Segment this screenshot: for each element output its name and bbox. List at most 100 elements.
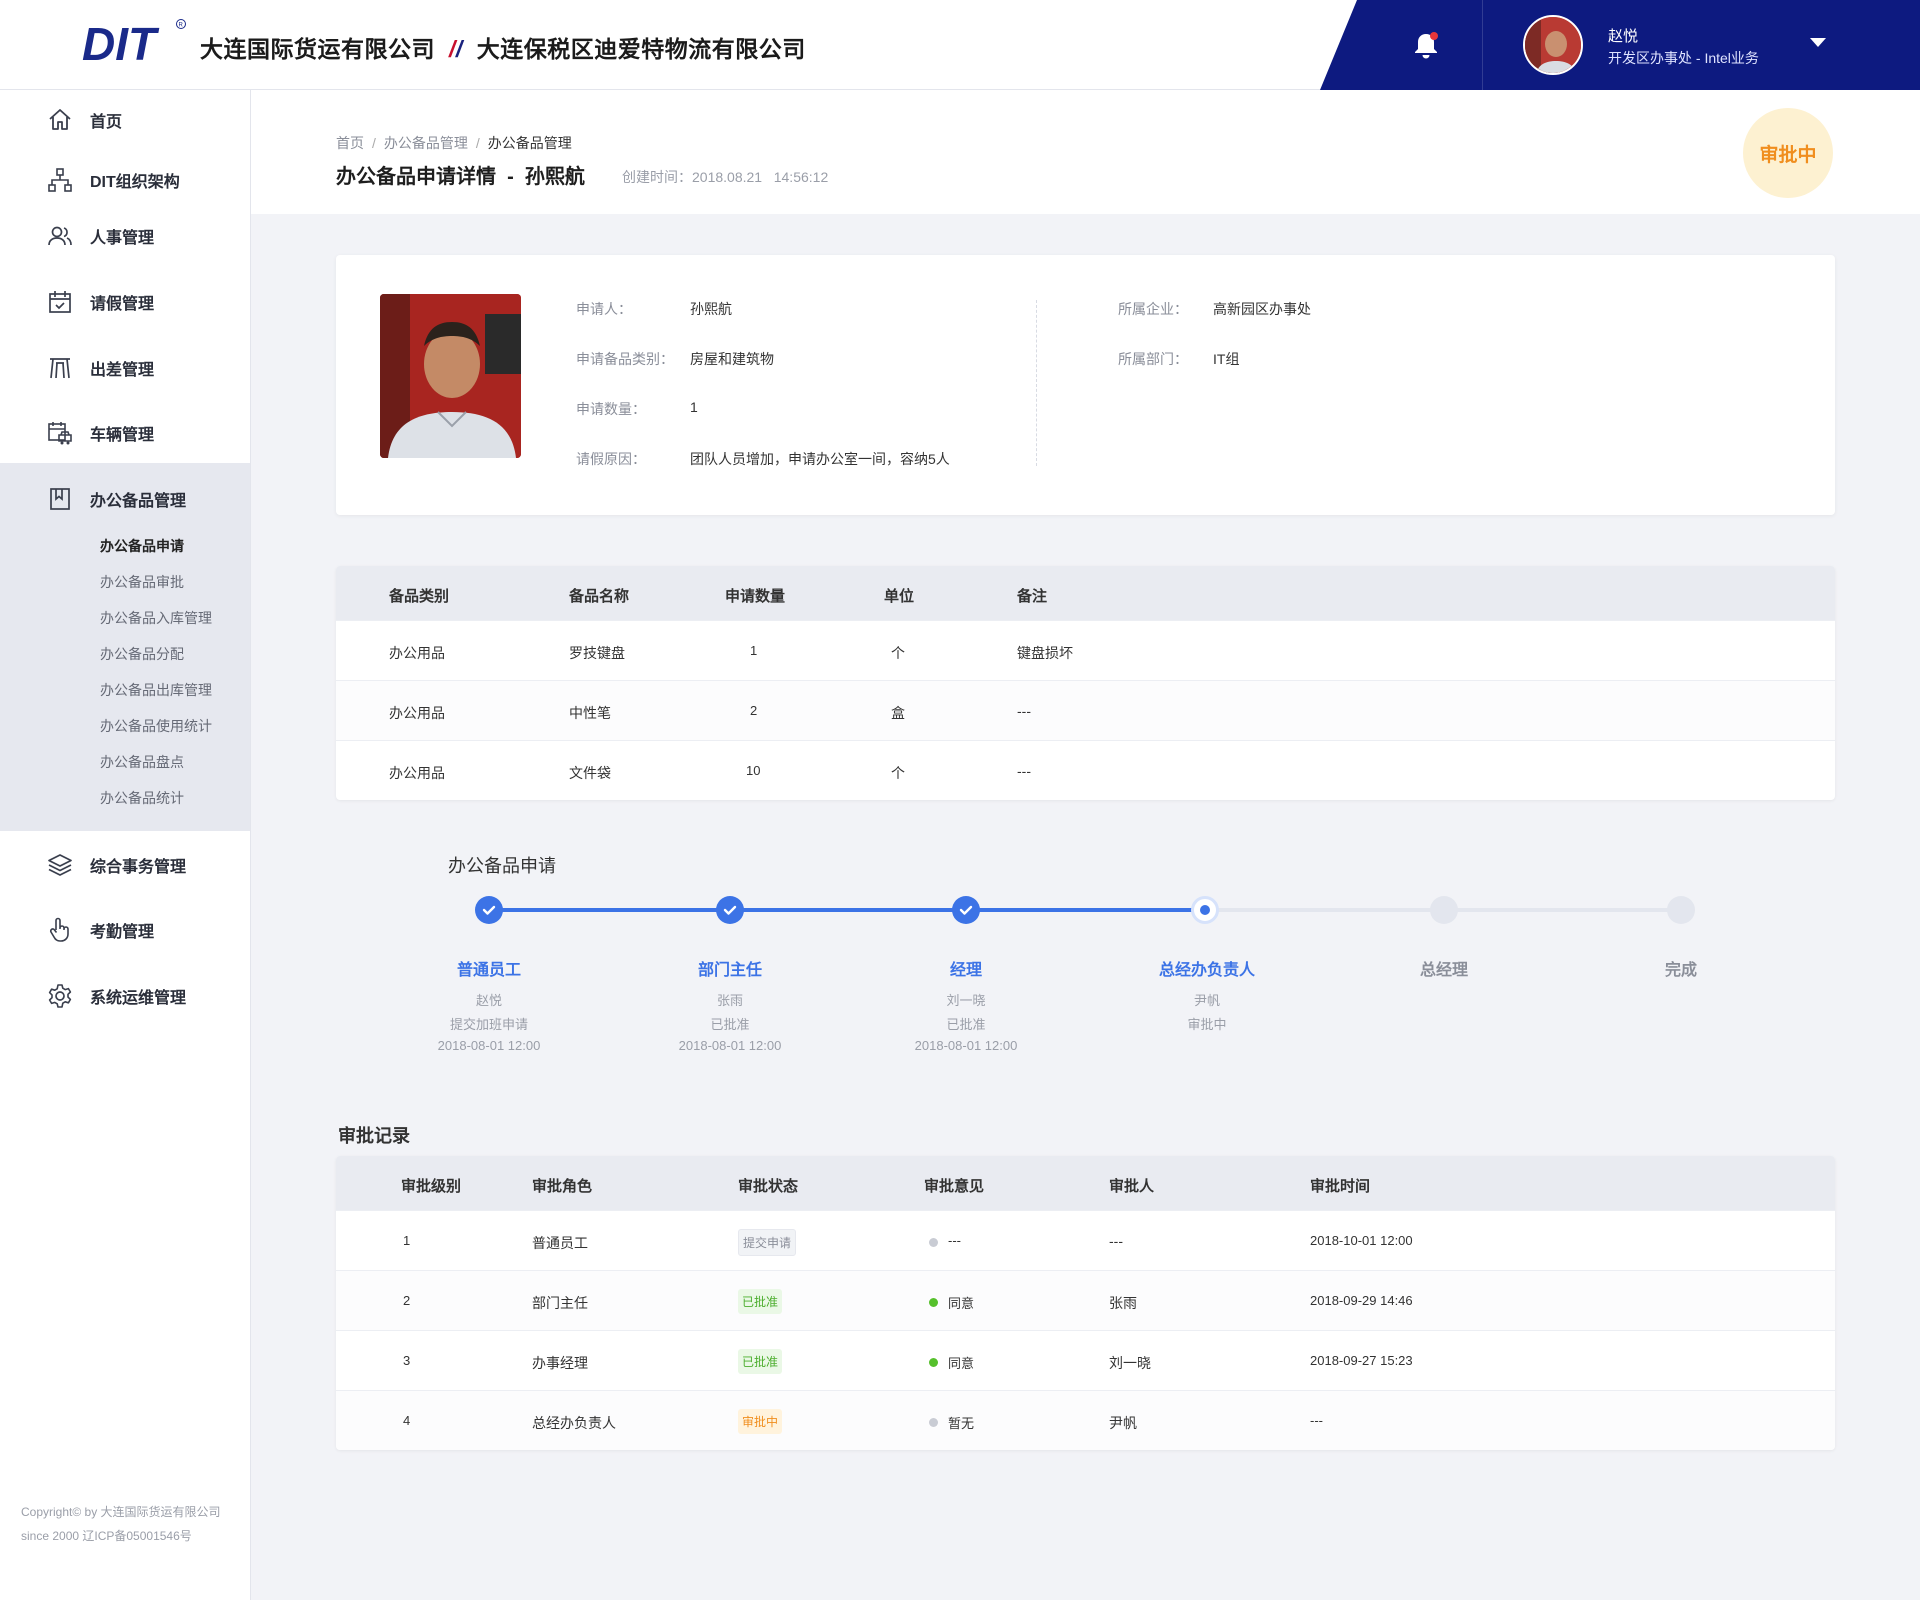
submenu-office-apply[interactable]: 办公备品申请 [100, 536, 184, 556]
breadcrumb-module[interactable]: 办公备品管理 [384, 135, 468, 151]
submenu-office-stats[interactable]: 办公备品统计 [100, 788, 184, 808]
applicant-photo [380, 294, 521, 458]
table-row: 办公用品 罗技键盘 1 个 键盘损坏 [336, 620, 1835, 680]
sidebar: 首页 DIT组织架构 人事管理 请假管理 出差管理 车辆管理 办公备品管理 办公… [0, 90, 251, 1600]
user-name[interactable]: 赵悦 [1608, 25, 1638, 46]
calendar-icon [49, 291, 71, 313]
sidebar-item-affairs[interactable]: 综合事务管理 [0, 835, 250, 895]
status-tag: 提交申请 [738, 1229, 797, 1256]
status-dot [929, 1238, 938, 1247]
hand-pointer-icon [49, 917, 69, 942]
step-action: 提交加班申请 [449, 1017, 528, 1032]
sidebar-item-vehicle[interactable]: 车辆管理 [0, 403, 250, 463]
status-dot [929, 1358, 938, 1367]
column-header: 审批时间 [1310, 1178, 1371, 1195]
category-value: 房屋和建筑物 [690, 351, 774, 367]
category-label: 申请备品类别： [576, 351, 674, 367]
sidebar-item-home[interactable]: 首页 [0, 90, 250, 150]
company-b: 大连保税区迪爱特物流有限公司 [476, 36, 806, 62]
applicant-label: 申请人： [576, 301, 632, 317]
gate-icon [50, 358, 70, 379]
column-header: 审批级别 [401, 1178, 462, 1195]
cell-opinion: 同意 [948, 1296, 975, 1311]
column-header: 备品类别 [389, 588, 450, 605]
step-person: 张雨 [716, 993, 743, 1008]
sidebar-item-hr[interactable]: 人事管理 [0, 206, 250, 266]
submenu-office-stock-out[interactable]: 办公备品出库管理 [100, 680, 212, 700]
status-badge: 审批中 [1743, 108, 1833, 198]
cell-approver: 尹帆 [1109, 1415, 1137, 1431]
step-person: 尹帆 [1193, 993, 1220, 1008]
sidebar-item-system[interactable]: 系统运维管理 [0, 966, 250, 1026]
breadcrumb-home[interactable]: 首页 [336, 135, 364, 151]
column-header: 审批角色 [532, 1178, 593, 1195]
cell-name: 中性笔 [569, 705, 611, 721]
submenu-office-approve[interactable]: 办公备品审批 [100, 572, 184, 592]
cell-remark: --- [1017, 763, 1031, 779]
column-header: 审批状态 [738, 1178, 799, 1195]
submenu-office-allocate[interactable]: 办公备品分配 [100, 644, 184, 664]
step-name: 总经办负责人 [1158, 962, 1255, 979]
created-time: 创建时间：2018.08.21 14:56:12 [622, 169, 829, 185]
sidebar-item-attendance[interactable]: 考勤管理 [0, 900, 250, 960]
table-row: 办公用品 中性笔 2 盒 --- [336, 680, 1835, 740]
svg-text:DIT: DIT [82, 18, 160, 66]
cell-name: 罗技键盘 [569, 645, 625, 661]
status-dot [929, 1298, 938, 1307]
check-icon [482, 905, 496, 915]
cell-role: 总经办负责人 [532, 1415, 616, 1431]
reason-value: 团队人员增加，申请办公室一间，容纳5人 [690, 451, 950, 467]
cell-time: 2018-10-01 12:00 [1310, 1233, 1413, 1248]
step-dot-pending [1667, 896, 1695, 924]
sidebar-item-org[interactable]: DIT组织架构 [0, 150, 250, 210]
company-a: 大连国际货运有限公司 [200, 36, 435, 62]
bell-icon[interactable] [1410, 30, 1442, 62]
cell-unit: 盒 [891, 705, 905, 721]
step-name: 完成 [1664, 962, 1697, 979]
applicant-card [336, 255, 1835, 515]
submenu-office-stock-in[interactable]: 办公备品入库管理 [100, 608, 212, 628]
step-name: 部门主任 [697, 962, 762, 979]
step-dot-done [716, 896, 744, 924]
step-time: 2018-08-01 12:00 [914, 1038, 1018, 1053]
caret-down-icon[interactable] [1810, 38, 1826, 47]
cell-category: 办公用品 [389, 765, 445, 781]
department-label: 所属部门： [1118, 351, 1188, 367]
user-avatar[interactable] [1523, 15, 1583, 75]
breadcrumb-current: 办公备品管理 [487, 135, 572, 151]
status-tag: 已批准 [738, 1349, 783, 1374]
sidebar-item-trip[interactable]: 出差管理 [0, 338, 250, 398]
cell-time: 2018-09-29 14:46 [1310, 1293, 1413, 1308]
cell-remark: 键盘损坏 [1017, 645, 1073, 661]
step-time: 2018-08-01 12:00 [678, 1038, 782, 1053]
column-header: 单位 [884, 588, 915, 605]
check-icon [959, 905, 973, 915]
submenu-office-inventory[interactable]: 办公备品盘点 [100, 752, 184, 772]
org-chart-icon [48, 168, 72, 192]
cell-opinion: --- [948, 1233, 961, 1248]
sidebar-item-label: 考勤管理 [90, 924, 155, 941]
steps-title: 办公备品申请 [448, 856, 556, 876]
column-header: 审批意见 [924, 1178, 985, 1195]
step-dot-done [952, 896, 980, 924]
layers-icon [48, 854, 72, 876]
cell-time: --- [1310, 1413, 1323, 1428]
cell-opinion: 暂无 [948, 1416, 975, 1431]
submenu-office-usage-stats[interactable]: 办公备品使用统计 [100, 716, 212, 736]
progress-track-done [489, 908, 1205, 912]
info-divider [1036, 300, 1037, 466]
step-time: 2018-08-01 12:00 [437, 1038, 541, 1053]
column-header: 备注 [1017, 588, 1048, 605]
items-table-header: 备品类别 备品名称 申请数量 单位 备注 [336, 566, 1835, 620]
cell-level: 2 [403, 1293, 411, 1308]
sidebar-item-leave[interactable]: 请假管理 [0, 272, 250, 332]
dit-logo[interactable]: DIT R [80, 18, 188, 66]
sidebar-item-office-supplies[interactable]: 办公备品管理 [0, 469, 250, 529]
table-row: 2 部门主任 已批准 同意 张雨 2018-09-29 14:46 [336, 1270, 1835, 1330]
user-divider [1482, 0, 1483, 90]
cell-level: 4 [403, 1413, 411, 1428]
vehicle-icon [48, 422, 72, 445]
step-name: 普通员工 [456, 962, 521, 979]
sidebar-item-label: 办公备品管理 [90, 493, 187, 510]
table-row: 3 办事经理 已批准 同意 刘一晓 2018-09-27 15:23 [336, 1330, 1835, 1390]
